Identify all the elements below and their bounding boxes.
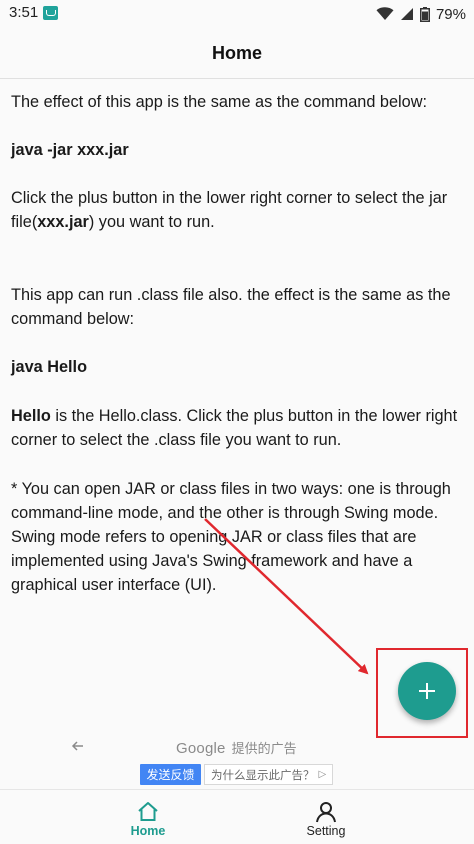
note-text: * You can open JAR or class files in two… [11, 480, 451, 594]
jar-instructions-text: Click the plus button in the lower right… [11, 186, 459, 234]
nav-label-setting: Setting [306, 824, 346, 838]
ad-banner: Google 提供的广告 发送反馈 为什么显示此广告？ ▷ [0, 732, 474, 788]
app-notification-icon [43, 6, 58, 20]
app-header: Home [0, 28, 474, 79]
nav-item-setting[interactable]: Setting [266, 790, 386, 844]
back-arrow-icon[interactable] [70, 738, 86, 754]
nav-item-home[interactable]: Home [88, 790, 208, 844]
signal-icon [400, 8, 413, 20]
battery-percent: 79% [435, 5, 466, 23]
person-icon [316, 802, 336, 823]
nav-label-home: Home [130, 824, 166, 838]
bottom-navigation: Home Setting [0, 789, 474, 844]
status-time: 3:51 [9, 4, 39, 21]
why-this-ad-button[interactable]: 为什么显示此广告？ ▷ [204, 764, 333, 785]
hello-bold-text: Hello [11, 407, 51, 425]
battery-icon [419, 6, 430, 22]
page-title: Home [211, 42, 262, 63]
status-icons: 79% [376, 4, 466, 24]
ad-info-icon: ▷ [318, 769, 327, 780]
wifi-icon [376, 7, 394, 20]
class-command-text: java Hello [11, 358, 88, 376]
home-icon [138, 802, 158, 821]
class-instructions-text: Hello is the Hello.class. Click the plus… [11, 404, 459, 452]
google-logo: Google [176, 740, 226, 757]
ad-provider-label: Google 提供的广告 [176, 738, 297, 757]
jar-filename-text: xxx.jar [37, 213, 89, 231]
jar-command-text: java -jar xxx.jar [11, 141, 129, 159]
intro-text: The effect of this app is the same as th… [11, 93, 427, 111]
add-file-button[interactable] [398, 662, 456, 720]
send-feedback-button[interactable]: 发送反馈 [140, 764, 201, 785]
send-feedback-label: 发送反馈 [146, 768, 195, 782]
why-this-ad-label: 为什么显示此广告？ [211, 769, 315, 782]
jar-instructions-part2: ) you want to run. [88, 213, 215, 231]
ad-provided-text: 提供的广告 [231, 741, 297, 756]
status-bar: 3:51 79% [0, 0, 474, 28]
plus-icon [417, 681, 437, 701]
hello-rest-text: is the Hello.class. Click the plus butto… [11, 407, 458, 449]
class-intro-text: This app can run .class file also. the e… [11, 286, 451, 328]
